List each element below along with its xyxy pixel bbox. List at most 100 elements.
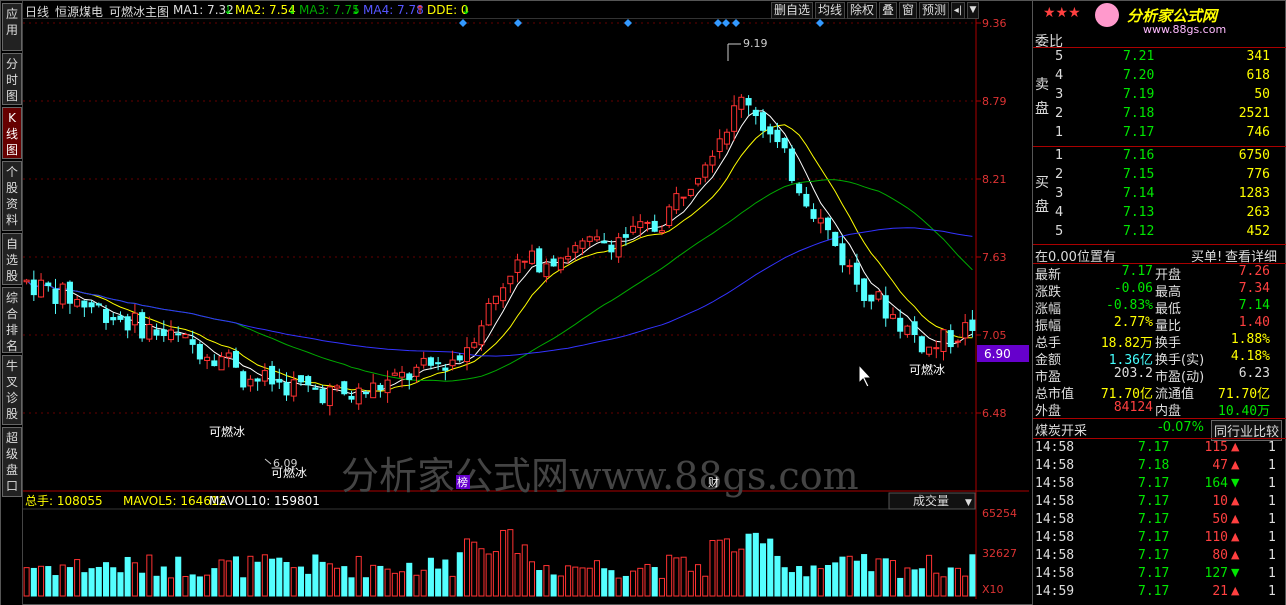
volume-bar <box>399 571 406 597</box>
tick-price: 7.17 <box>1138 476 1170 491</box>
volume-bar <box>615 577 622 597</box>
candle-body <box>579 240 586 249</box>
candle-body <box>319 388 326 404</box>
tick-flag: 1 <box>1268 512 1276 527</box>
volume-bar <box>788 572 795 597</box>
volume-bar <box>420 569 427 597</box>
volume-bar <box>666 554 673 597</box>
volume-bar <box>947 567 954 597</box>
dropdown-arrow-icon[interactable]: ▼ <box>967 2 979 19</box>
chevron-down-icon[interactable]: ▼ <box>965 498 972 508</box>
sell-price[interactable]: 7.20 <box>1123 68 1154 83</box>
candle-body <box>680 196 687 199</box>
volume-bar <box>81 572 88 597</box>
sidebar-item-watchlist[interactable]: 自选股 <box>2 233 22 285</box>
exright-button[interactable]: 除权 <box>847 2 877 19</box>
buy-volume: 1283 <box>1238 186 1270 201</box>
volume-indicator-dropdown[interactable]: 成交量 <box>913 493 949 508</box>
candle-body <box>110 317 117 321</box>
candle-body <box>738 96 745 110</box>
volume-bar <box>88 568 95 597</box>
sidebar-item-kline[interactable]: K线图 <box>2 107 22 159</box>
buy-price[interactable]: 7.13 <box>1123 205 1154 220</box>
price-axis-label: 8.21 <box>982 173 1007 186</box>
tick-volume: 164 <box>1204 476 1228 491</box>
arrow-up-icon: ▲ <box>1231 494 1240 507</box>
stat-label: 内盘 <box>1155 404 1182 419</box>
sidebar-item-ranking[interactable]: 综合排名 <box>2 287 22 353</box>
window-button[interactable]: 窗 <box>899 2 917 19</box>
buy-price[interactable]: 7.16 <box>1123 148 1154 163</box>
kline-chart[interactable]: 分析家公式网www.88gs.com 9.19 6.09 可燃冰 可燃冰 可燃冰… <box>23 19 1029 599</box>
sidebar-item-apps[interactable]: 应用 <box>2 3 22 51</box>
volume-bar <box>918 568 925 597</box>
volume-axis-label: 65254 <box>982 507 1017 520</box>
candle-body <box>608 244 615 253</box>
volume-bar <box>355 555 362 597</box>
candle-body <box>528 250 536 264</box>
volume-bar <box>297 566 304 597</box>
buy-price[interactable]: 7.15 <box>1123 167 1154 182</box>
volume-bar <box>622 575 629 597</box>
volume-bar <box>232 556 240 597</box>
sell-price[interactable]: 7.21 <box>1123 49 1154 64</box>
candle-body <box>709 155 716 166</box>
sidebar-item-intraday[interactable]: 分时图 <box>2 53 22 105</box>
ma-button[interactable]: 均线 <box>815 2 845 19</box>
sell-price[interactable]: 7.18 <box>1123 106 1154 121</box>
candle-body <box>695 177 702 185</box>
bang-marker[interactable]: 榜 <box>457 475 468 489</box>
ma3-arrow: ↓ <box>351 3 362 17</box>
candle-body <box>601 240 608 244</box>
volume-bar <box>882 558 889 597</box>
tick-volume: 127 <box>1204 566 1228 581</box>
candle-body <box>391 372 398 376</box>
app-window: 应用 分时图 K线图 个股资料 自选股 综合排名 牛叉诊股 超级盘口 日线 恒源… <box>0 0 1286 605</box>
delete-watchlist-button[interactable]: 删自选 <box>771 2 813 19</box>
indicator-name[interactable]: 可燃冰主图 <box>109 3 169 20</box>
forecast-button[interactable]: 预测 <box>919 2 949 19</box>
tick-price: 7.17 <box>1138 530 1170 545</box>
sidebar-item-level2[interactable]: 超级盘口 <box>2 427 22 497</box>
candle-body <box>565 255 572 260</box>
period-label[interactable]: 日线 <box>25 3 49 20</box>
volume-bar <box>752 532 759 597</box>
candle-body <box>153 329 160 336</box>
sidebar-item-diagnosis[interactable]: 牛叉诊股 <box>2 355 22 425</box>
volume-bar <box>832 562 839 597</box>
buy-price[interactable]: 7.14 <box>1123 186 1154 201</box>
tick-time: 14:58 <box>1035 548 1075 563</box>
candle-body <box>102 308 110 323</box>
candle-body <box>514 259 521 273</box>
candle-body <box>853 262 860 285</box>
candle-body <box>774 129 781 143</box>
sell-volume: 746 <box>1246 125 1270 140</box>
stat-value: 203.2 <box>1113 366 1153 381</box>
candle-body <box>882 295 889 319</box>
candle-body <box>889 314 897 319</box>
candle-body <box>781 137 788 149</box>
buy-price[interactable]: 7.12 <box>1123 224 1154 239</box>
overlay-button[interactable]: 叠 <box>879 2 897 19</box>
sell-price[interactable]: 7.17 <box>1123 125 1154 140</box>
volume-bar <box>702 575 709 597</box>
weibi-label: 委比 <box>1035 34 1063 50</box>
stat-value: 7.17 <box>1121 264 1153 279</box>
candle-body <box>283 382 290 396</box>
volume-bar <box>131 562 138 597</box>
candle-body <box>752 109 759 117</box>
cai-marker[interactable]: 财 <box>708 475 719 489</box>
candle-body <box>543 263 550 278</box>
sell-price[interactable]: 7.19 <box>1123 87 1154 102</box>
tick-volume: 10 <box>1212 494 1228 509</box>
volume-bar <box>731 551 738 597</box>
volume-bar <box>608 570 615 597</box>
sidebar-item-stock-info[interactable]: 个股资料 <box>2 161 22 231</box>
candle-body <box>644 221 651 224</box>
volume-bar <box>225 560 232 597</box>
volume-bar <box>767 538 774 597</box>
buy-volume: 263 <box>1246 205 1270 220</box>
volume-bar <box>723 538 730 597</box>
candle-body <box>88 302 95 308</box>
pin-icon[interactable]: ◂| <box>951 2 965 19</box>
